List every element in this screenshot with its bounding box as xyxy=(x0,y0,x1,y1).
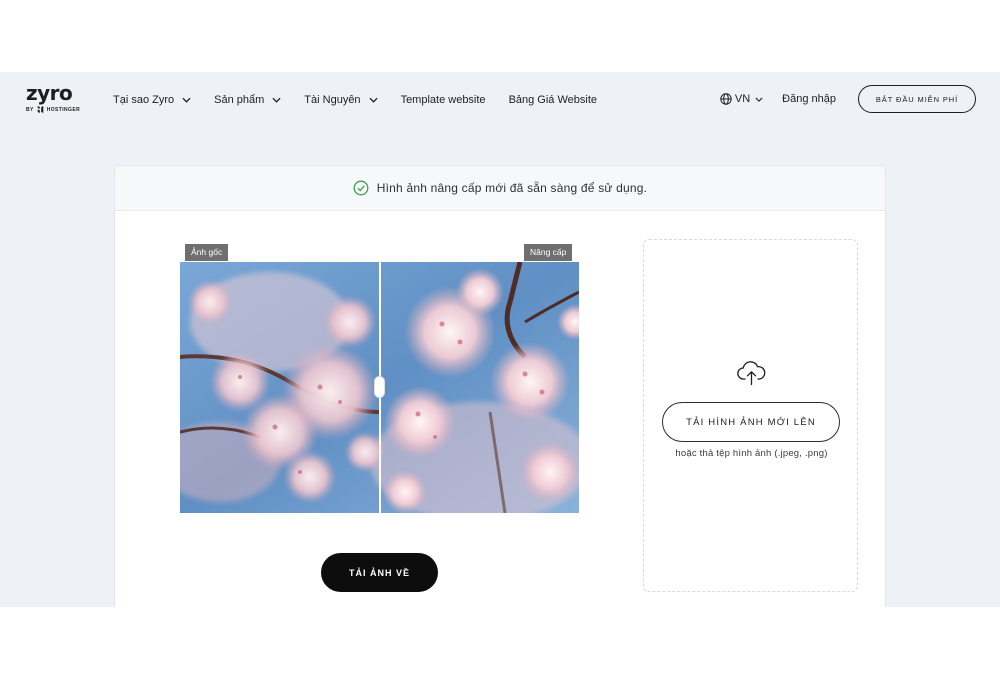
comparison-slider-handle[interactable] xyxy=(374,376,385,398)
globe-icon xyxy=(720,93,732,105)
chevron-down-icon xyxy=(755,97,763,102)
success-message: Hình ảnh nâng cấp mới đã sẵn sàng để sử … xyxy=(376,181,648,195)
upload-dropzone[interactable]: TẢI HÌNH ẢNH MỚI LÊN hoặc thả tệp hình ả… xyxy=(643,239,858,592)
chevron-down-icon xyxy=(182,97,191,103)
chevron-down-icon xyxy=(272,97,281,103)
start-free-button[interactable]: BẮT ĐẦU MIỄN PHÍ xyxy=(858,85,976,113)
download-image-button[interactable]: TẢI ẢNH VỀ xyxy=(321,553,438,592)
top-navigation: zyro BY HOSTINGER Tại sao Zyro Sản phẩm … xyxy=(0,72,1000,127)
language-selector[interactable]: VN xyxy=(720,93,763,105)
logo-wordmark: zyro xyxy=(26,81,73,105)
nav-item-label: Template website xyxy=(400,93,486,106)
enhanced-label: Nâng cấp xyxy=(524,244,573,261)
nav-item-label: Bảng Giá Website xyxy=(508,93,598,106)
nav-item-label: Sản phẩm xyxy=(214,93,265,106)
logo-tagline: BY HOSTINGER xyxy=(26,106,86,113)
hostinger-mark-icon xyxy=(37,106,44,113)
nav-item-label: Tại sao Zyro xyxy=(113,93,175,106)
main-nav: Tại sao Zyro Sản phẩm Tài Nguyên Templat… xyxy=(113,72,597,127)
header-actions: VN Đăng nhập BẮT ĐẦU MIỄN PHÍ xyxy=(720,85,976,113)
upload-new-image-button[interactable]: TẢI HÌNH ẢNH MỚI LÊN xyxy=(662,402,840,442)
nav-item-templates[interactable]: Template website xyxy=(401,94,486,106)
language-code: VN xyxy=(734,93,751,105)
nav-item-pricing[interactable]: Bảng Giá Website xyxy=(509,94,597,106)
login-link[interactable]: Đăng nhập xyxy=(782,93,836,105)
logo-hostinger-text: HOSTINGER xyxy=(46,106,81,113)
zyro-logo[interactable]: zyro BY HOSTINGER xyxy=(26,82,86,118)
nav-item-products[interactable]: Sản phẩm xyxy=(214,94,281,106)
before-after-comparison[interactable] xyxy=(180,262,579,513)
logo-by-text: BY xyxy=(26,106,34,113)
cloud-upload-icon xyxy=(737,361,766,386)
success-banner: Hình ảnh nâng cấp mới đã sẵn sàng để sử … xyxy=(115,166,885,211)
check-circle-icon xyxy=(353,180,369,196)
nav-item-resources[interactable]: Tài Nguyên xyxy=(304,93,378,106)
upload-hint: hoặc thả tệp hình ảnh (.jpeg, .png) xyxy=(675,448,828,459)
original-label: Ảnh gốc xyxy=(185,244,229,261)
chevron-down-icon xyxy=(369,97,378,103)
app-area: zyro BY HOSTINGER Tại sao Zyro Sản phẩm … xyxy=(0,72,1000,607)
nav-item-label: Tài Nguyên xyxy=(304,93,361,106)
nav-item-why-zyro[interactable]: Tại sao Zyro xyxy=(113,94,191,106)
result-card: Hình ảnh nâng cấp mới đã sẵn sàng để sử … xyxy=(114,165,886,607)
